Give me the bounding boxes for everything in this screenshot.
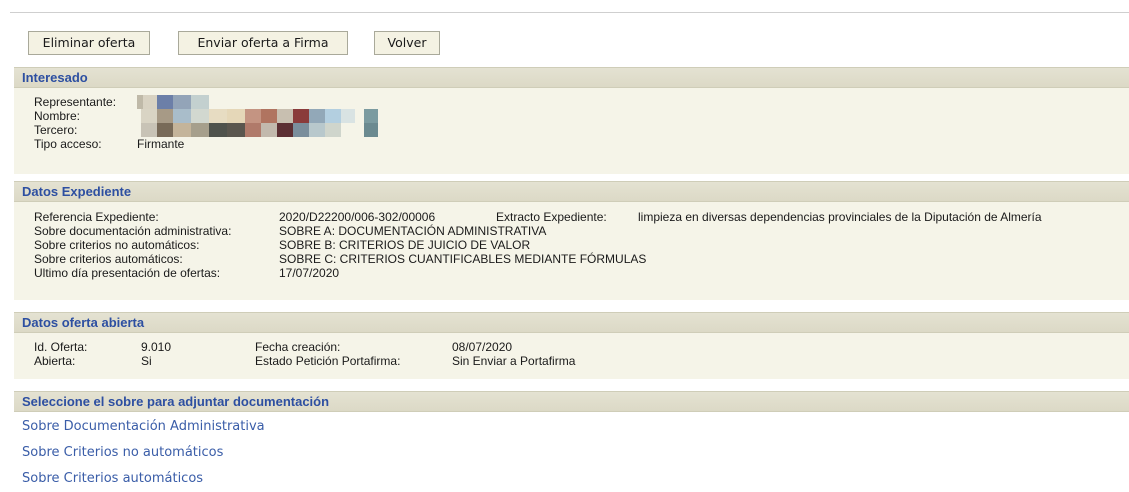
expediente-body: Referencia Expediente: 2020/D22200/006-3… <box>14 202 1129 300</box>
extracto-value: limpieza en diversas dependencias provin… <box>638 210 1042 224</box>
abierta-label: Abierta: <box>34 354 76 368</box>
back-button[interactable]: Volver <box>374 31 440 55</box>
sobres-header: Seleccione el sobre para adjuntar docume… <box>14 391 1129 412</box>
link-sobre-documentacion-administrativa[interactable]: Sobre Documentación Administrativa <box>22 419 265 434</box>
redaction-block <box>245 109 261 123</box>
delete-offer-button[interactable]: Eliminar oferta <box>28 31 150 55</box>
redaction-block <box>191 123 209 137</box>
tercero-label: Tercero: <box>34 123 78 137</box>
redaction-block <box>191 109 209 123</box>
redaction-block <box>325 123 341 137</box>
referencia-label: Referencia Expediente: <box>34 210 159 224</box>
redaction-block <box>227 123 245 137</box>
sobre-auto-label: Sobre criterios automáticos: <box>34 252 183 266</box>
redaction-block <box>341 109 355 123</box>
ultimo-dia-value: 17/07/2020 <box>279 266 340 280</box>
redaction-block <box>157 95 173 109</box>
redaction-block <box>209 123 227 137</box>
redaction-block <box>141 123 157 137</box>
abierta-value: Si <box>141 354 152 368</box>
sobre-doc-value: SOBRE A: DOCUMENTACIÓN ADMINISTRATIVA <box>279 224 547 238</box>
ultimo-dia-label: Ultimo día presentación de ofertas: <box>34 266 221 280</box>
page: Eliminar oferta Enviar oferta a Firma Vo… <box>0 0 1129 492</box>
redaction-block <box>141 109 157 123</box>
redaction-block <box>277 123 293 137</box>
redaction-block <box>364 123 378 137</box>
referencia-value: 2020/D22200/006-302/00006 <box>279 210 436 224</box>
estado-portafirma-label: Estado Petición Portafirma: <box>255 354 401 368</box>
redaction-block <box>143 95 157 109</box>
redaction-block <box>261 123 277 137</box>
link-sobre-criterios-no-automaticos[interactable]: Sobre Criterios no automáticos <box>22 445 223 460</box>
oferta-header: Datos oferta abierta <box>14 312 1129 333</box>
id-oferta-label: Id. Oferta: <box>34 340 88 354</box>
redaction-block <box>157 109 173 123</box>
redaction-block <box>173 95 191 109</box>
redaction-block <box>173 109 191 123</box>
redaction-block <box>293 109 309 123</box>
nombre-label: Nombre: <box>34 109 81 123</box>
redaction-block <box>227 109 245 123</box>
fecha-creacion-value: 08/07/2020 <box>452 340 513 354</box>
send-to-sign-button[interactable]: Enviar oferta a Firma <box>178 31 348 55</box>
redaction-block <box>191 95 209 109</box>
estado-portafirma-value: Sin Enviar a Portafirma <box>452 354 576 368</box>
oferta-body: Id. Oferta: 9.010 Fecha creación: 08/07/… <box>14 333 1129 379</box>
redaction-block <box>325 109 341 123</box>
redaction-block <box>157 123 173 137</box>
representante-label: Representante: <box>34 95 117 109</box>
link-sobre-criterios-automaticos[interactable]: Sobre Criterios automáticos <box>22 471 203 486</box>
sobre-no-auto-label: Sobre criterios no automáticos: <box>34 238 200 252</box>
redaction-block <box>245 123 261 137</box>
redaction-block <box>293 123 309 137</box>
interesado-header: Interesado <box>14 67 1129 88</box>
fecha-creacion-label: Fecha creación: <box>255 340 341 354</box>
id-oferta-value: 9.010 <box>141 340 172 354</box>
redaction-block <box>209 109 227 123</box>
interesado-body: Representante: Nombre: Tercero: Tipo acc… <box>14 88 1129 174</box>
redaction-block <box>173 123 191 137</box>
redaction-block <box>309 109 325 123</box>
tipo-acceso-value: Firmante <box>137 137 185 151</box>
sobre-no-auto-value: SOBRE B: CRITERIOS DE JUICIO DE VALOR <box>279 238 531 252</box>
redaction-block <box>309 123 325 137</box>
top-divider <box>10 12 1129 13</box>
redaction-block <box>364 109 378 123</box>
tipo-acceso-label: Tipo acceso: <box>34 137 102 151</box>
expediente-header: Datos Expediente <box>14 181 1129 202</box>
extracto-label: Extracto Expediente: <box>496 210 607 224</box>
sobre-doc-label: Sobre documentación administrativa: <box>34 224 232 238</box>
sobre-auto-value: SOBRE C: CRITERIOS CUANTIFICABLES MEDIAN… <box>279 252 647 266</box>
redaction-block <box>261 109 277 123</box>
redaction-block <box>277 109 293 123</box>
